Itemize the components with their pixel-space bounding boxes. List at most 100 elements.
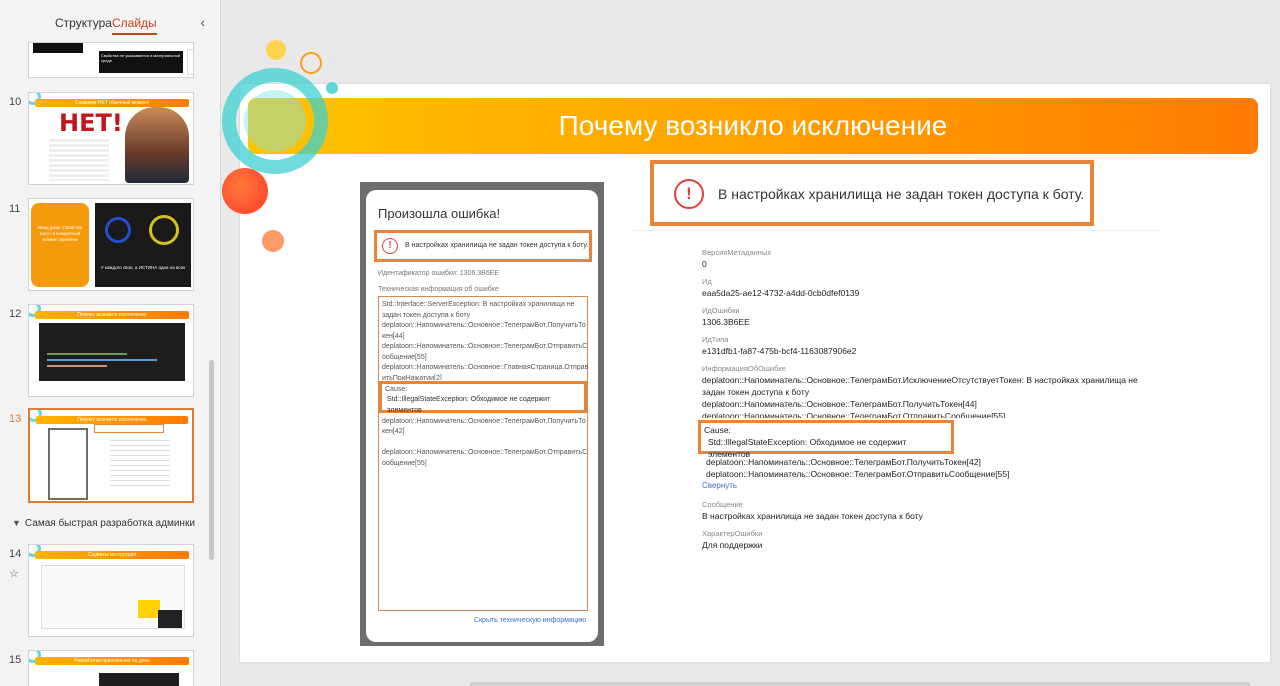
panel-tabs: Структура Слайды ‹ xyxy=(0,10,220,38)
thumb-banner: Снимаем НЕТ обычный момент xyxy=(35,99,189,107)
thumb-phone-card xyxy=(50,430,86,498)
slide-editor: Почему возникло исключение Произошла оши… xyxy=(222,0,1280,686)
slide-thumbnail-12[interactable]: Почему возникло исключение xyxy=(28,304,194,397)
thumb-dark-image: У каждого своя, а ИСТИНА одна на всех xyxy=(95,203,191,287)
tech-line: кен[44] xyxy=(382,332,405,340)
cause-highlight: Cause: Std::IllegalStateException: Обход… xyxy=(379,380,587,414)
detail-label: ИдТипа xyxy=(702,335,729,344)
tab-slides[interactable]: Слайды xyxy=(112,16,157,35)
slide-thumbnail-11[interactable]: Иниц разм. Свойства могут в конкретный м… xyxy=(28,198,194,291)
tech-line: задан токен доступа к боту xyxy=(382,311,471,319)
tech-line: deplatoon::Напоминатель::Основное::Телег… xyxy=(382,449,588,456)
section-title: Самая быстрая разработка админки xyxy=(24,518,195,529)
slide-number: 14 xyxy=(9,548,22,560)
thumb-code-line xyxy=(47,359,157,361)
dialog-alert: ! В настройках хранилища не задан токен … xyxy=(374,230,592,262)
thumb-banner: Почему возникло исключение xyxy=(36,416,188,424)
deco-circle xyxy=(244,90,306,152)
detail-label: Ид xyxy=(702,277,712,286)
error-id: Идентификатор ошибки: 1306.3B6EE xyxy=(378,270,500,277)
tech-line: ообщение[55] xyxy=(382,459,427,467)
section-toggle-icon[interactable]: ▼ xyxy=(12,518,21,528)
slide-number: 12 xyxy=(9,308,22,320)
thumb-orange-card: Иниц разм. Свойства могут в конкретный м… xyxy=(31,203,89,287)
deco-circle xyxy=(266,40,286,60)
slide-thumbnail-9[interactable]: Свойства не указываются в материальной с… xyxy=(28,42,194,78)
thumb-caption: Свойства не указываются в материальной с… xyxy=(99,51,183,73)
tech-line: deplatoon::Напоминатель::Основное::Главн… xyxy=(382,364,589,371)
hide-tech-info-link[interactable]: Скрыть техническую информацию xyxy=(474,617,586,624)
slide-number: 15 xyxy=(9,654,22,666)
tech-line xyxy=(382,438,584,449)
thumb-code-image xyxy=(39,323,185,381)
deco-circle xyxy=(326,82,338,94)
deco-circle xyxy=(262,230,284,252)
thumb-note-dark xyxy=(158,610,182,628)
detail-label: ИдОшибки xyxy=(702,306,740,315)
tech-line: deplatoon::Напоминатель::Основное::Телег… xyxy=(382,343,588,350)
detail-label: ИнформацияОбОшибке xyxy=(702,364,786,373)
error-dialog: Произошла ошибка! ! В настройках хранили… xyxy=(366,190,598,642)
thumb-code-line xyxy=(47,353,127,355)
detail-line: deplatoon::Напоминатель::Основное::Телег… xyxy=(702,399,977,409)
thumb-table xyxy=(187,49,193,75)
tech-line: ообщение[55] xyxy=(382,353,427,361)
thumb-banner: Сервисы инструкции xyxy=(35,551,189,559)
divider xyxy=(632,230,1160,231)
slide-title[interactable]: Почему возникло исключение xyxy=(248,98,1258,154)
detail-label: ХарактерОшибки xyxy=(702,529,763,538)
detail-value: Для поддержки xyxy=(702,540,763,550)
cause-label: Cause: xyxy=(385,385,408,393)
collapse-link[interactable]: Свернуть xyxy=(702,481,1172,490)
thumb-man-image xyxy=(125,107,189,183)
slide-thumbnail-15[interactable]: Разработка приложения на день xyxy=(28,650,194,686)
horizontal-scrollbar[interactable] xyxy=(470,682,1250,686)
cause-text: Std::IllegalStateException: Обходимое не… xyxy=(387,396,551,414)
detail-line: deplatoon::Напоминатель::Основное::Телег… xyxy=(706,469,1010,479)
thumb-code-image xyxy=(99,673,179,686)
alert-icon: ! xyxy=(382,238,398,254)
tab-structure[interactable]: Структура xyxy=(55,16,112,30)
thumb-phone xyxy=(48,428,88,500)
thumb-note xyxy=(138,600,160,618)
section-header[interactable]: ▼ Самая быстрая разработка админки xyxy=(12,517,199,529)
detail-value: eaa5da25-ae12-4732-a4dd-0cb0dfef0139 xyxy=(702,288,860,298)
slides-scrollbar[interactable] xyxy=(209,360,214,560)
title-banner: Почему возникло исключение xyxy=(248,98,1258,154)
slide-number: 10 xyxy=(9,96,22,108)
detail-line: задан токен доступа к боту xyxy=(702,387,810,397)
tech-line: deplatoon::Напоминатель::Основное::Телег… xyxy=(382,417,586,425)
thumb-screenshot xyxy=(41,565,185,629)
alert-text: В настройках хранилища не задан токен до… xyxy=(718,186,1085,202)
thumb-dark-block xyxy=(33,43,83,53)
slide-thumbnail-10[interactable]: Снимаем НЕТ обычный момент НЕТ! xyxy=(28,92,194,185)
thumb-caption: У каждого своя, а ИСТИНА одна на всех xyxy=(100,265,186,270)
thumb-yellow-ring xyxy=(149,215,179,245)
error-details: ВерсияМетаданных 0 Ид eaa5da25-ae12-4732… xyxy=(698,248,1172,558)
star-icon[interactable]: ☆ xyxy=(9,567,19,580)
error-alert-highlight: ! В настройках хранилища не задан токен … xyxy=(650,160,1094,226)
slide-number: 13 xyxy=(9,413,22,425)
tech-line: Std::Interface::ServerException: В настр… xyxy=(382,301,575,308)
deco-circle xyxy=(300,52,322,74)
slide-thumbnail-14[interactable]: Сервисы инструкции xyxy=(28,544,194,637)
slide-number: 11 xyxy=(9,203,21,215)
deco-circle xyxy=(222,168,268,214)
tech-info-label: Техническая информация об ошибке xyxy=(378,286,499,293)
slide-thumbnail-13[interactable]: Почему возникло исключение xyxy=(28,408,194,503)
slide-canvas[interactable]: Почему возникло исключение Произошла оши… xyxy=(240,84,1270,662)
thumb-code-line xyxy=(47,365,107,367)
tech-line: deplatoon::Напоминатель::Основное::Телег… xyxy=(382,322,586,329)
detail-value: 0 xyxy=(702,259,707,269)
collapse-panel-icon[interactable]: ‹ xyxy=(200,14,205,30)
error-screenshot: Произошла ошибка! ! В настройках хранили… xyxy=(360,182,604,646)
detail-value: В настройках хранилища не задан токен до… xyxy=(702,511,923,521)
tech-line: итьПриНажатии[2] xyxy=(382,374,442,380)
detail-line: deplatoon::Напоминатель::Основное::Телег… xyxy=(702,411,1006,418)
detail-line: deplatoon::Напоминатель::Основное::Телег… xyxy=(706,457,981,467)
detail-value: 1306.3B6EE xyxy=(702,317,750,327)
tech-line: кен[42] xyxy=(382,428,405,435)
thumb-table xyxy=(49,139,109,181)
detail-line: deplatoon::Напоминатель::Основное::Телег… xyxy=(702,375,1138,385)
detail-value: e131dfb1-fa87-475b-bcf4-1163087906e2 xyxy=(702,346,857,356)
